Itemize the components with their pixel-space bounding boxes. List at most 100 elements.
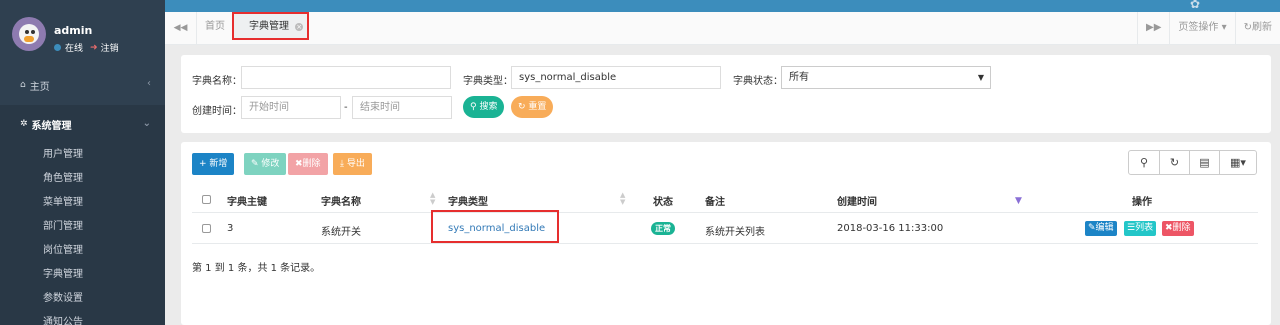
gear-icon: ✲ (20, 119, 28, 129)
tab-label: 字典管理 (249, 21, 289, 32)
export-button[interactable]: ⤓ 导出 (333, 153, 372, 175)
dict-status-value: 所有 (789, 72, 809, 83)
col-header-status[interactable]: 状态 (653, 193, 673, 208)
reset-button[interactable]: ↻ 重置 (511, 96, 554, 118)
sidebar-item-label: 主页 (29, 81, 50, 93)
highlight-box (431, 210, 559, 243)
table-row[interactable]: 3 系统开关 sys_normal_disable 正常 系统开关列表 2018… (192, 214, 1258, 244)
cell-id: 3 (227, 223, 234, 234)
col-header-remark[interactable]: 备注 (705, 193, 725, 208)
row-delete-button[interactable]: ✖删除 (1162, 221, 1194, 236)
edit-label: 修改 (261, 159, 280, 169)
search-toggle-icon[interactable]: ⚲ (1129, 151, 1159, 174)
status-badge: 正常 (651, 222, 675, 235)
refresh-icon: ↻ (518, 102, 526, 112)
dict-status-select[interactable]: 所有 ▼ (781, 66, 991, 89)
user-status: 在线 ➜ 注销 (54, 41, 119, 54)
tab-bar: ◀◀ 首页 字典管理 × ▶▶ 页签操作 ▾ ↻刷新 (165, 12, 1280, 45)
dict-type-input[interactable]: sys_normal_disable (511, 66, 721, 89)
col-header-name[interactable]: 字典名称 (321, 193, 361, 208)
sidebar: admin 在线 ➜ 注销 ⌂ 主页 ‹ ✲ 系统管理 ⌄ 用户管理 角色管理 … (0, 0, 165, 325)
list-icon: ☰ (1127, 223, 1136, 233)
tab-scroll-left-icon[interactable]: ◀◀ (165, 12, 197, 44)
col-header-id[interactable]: 字典主键 (227, 193, 267, 208)
add-label: 新增 (209, 159, 228, 169)
caret-down-icon: ▼ (977, 73, 984, 82)
sort-icon[interactable]: ▲ ▼ (620, 192, 625, 206)
refresh-button[interactable]: ↻刷新 (1234, 12, 1280, 44)
dict-status-label: 字典状态： (733, 76, 783, 87)
user-name: admin (54, 24, 93, 37)
sort-icon[interactable]: ▲ ▼ (430, 192, 435, 206)
table-panel: + 新增 ✎ 修改 ✖删除 ⤓ 导出 ⚲ ↻ ▤ ▦▾ 字典主键 字典名称 ▲ ▼… (181, 142, 1271, 325)
edit-icon: ✎ (251, 159, 259, 169)
top-header-bar: ✿ (0, 0, 1280, 12)
sidebar-item-system[interactable]: ✲ 系统管理 ⌄ (0, 105, 165, 143)
sidebar-item-dict[interactable]: 字典管理 (0, 263, 165, 287)
refresh-icon: ↻ (1243, 22, 1252, 33)
user-panel: admin 在线 ➜ 注销 (0, 0, 165, 63)
search-button-label: 搜索 (479, 102, 498, 112)
cell-remark: 系统开关列表 (705, 227, 765, 238)
col-header-created[interactable]: 创建时间 (837, 193, 877, 208)
search-button[interactable]: ⚲ 搜索 (463, 96, 505, 118)
page-ops-label: 页签操作 (1178, 22, 1219, 33)
export-label: 导出 (346, 159, 365, 169)
logout-link[interactable]: 注销 (101, 41, 119, 54)
col-header-type[interactable]: 字典类型 (448, 193, 488, 208)
refresh-icon[interactable]: ↻ (1159, 151, 1189, 174)
remove-icon: ✖ (1165, 223, 1173, 233)
sidebar-item-config[interactable]: 参数设置 (0, 287, 165, 311)
sidebar-item-depts[interactable]: 部门管理 (0, 215, 165, 239)
avatar-eye (31, 30, 35, 34)
tab-actions: ▶▶ 页签操作 ▾ ↻刷新 (1137, 12, 1280, 44)
online-dot-icon (54, 44, 61, 51)
dict-name-input[interactable] (241, 66, 451, 89)
cell-name: 系统开关 (321, 227, 361, 238)
refresh-label: 刷新 (1252, 22, 1272, 33)
cell-created: 2018-03-16 11:33:00 (837, 223, 944, 234)
chevron-down-icon: ⌄ (142, 118, 151, 129)
close-icon[interactable]: × (295, 23, 304, 31)
pagination-summary: 第 1 到 1 条，共 1 条记录。 (192, 263, 321, 274)
add-button[interactable]: + 新增 (192, 153, 235, 175)
edit-icon: ✎ (1088, 223, 1096, 233)
start-time-input[interactable]: 开始时间 (241, 96, 341, 119)
sidebar-item-home[interactable]: ⌂ 主页 ‹ (0, 65, 165, 105)
home-icon: ⌂ (20, 80, 26, 90)
row-edit-button[interactable]: ✎编辑 (1085, 221, 1117, 236)
sidebar-item-notice[interactable]: 通知公告 (0, 311, 165, 325)
edit-button[interactable]: ✎ 修改 (244, 153, 287, 175)
select-all-checkbox[interactable] (202, 195, 211, 204)
end-time-input[interactable]: 结束时间 (352, 96, 452, 119)
sidebar-item-users[interactable]: 用户管理 (0, 143, 165, 167)
row-list-button[interactable]: ☰列表 (1124, 221, 1157, 236)
tab-dict-management[interactable]: 字典管理 × (232, 12, 309, 40)
avatar-beak (24, 36, 34, 42)
settings-gear-icon[interactable]: ✿ (1190, 0, 1204, 10)
page-ops-dropdown[interactable]: 页签操作 ▾ (1169, 12, 1234, 44)
search-form: 字典名称： 字典类型： sys_normal_disable 字典状态： 所有 … (181, 55, 1271, 133)
sort-desc-icon[interactable]: ▼ (1015, 196, 1022, 206)
plus-icon: + (199, 159, 207, 169)
col-header-ops: 操作 (1132, 197, 1152, 208)
row-edit-label: 编辑 (1095, 223, 1114, 233)
logout-icon[interactable]: ➜ (90, 43, 98, 53)
online-status: 在线 (65, 44, 84, 54)
table-tools: ⚲ ↻ ▤ ▦▾ (1128, 150, 1257, 175)
delete-label: 删除 (302, 159, 321, 169)
toggle-view-icon[interactable]: ▤ (1189, 151, 1219, 174)
delete-button[interactable]: ✖删除 (288, 153, 328, 175)
avatar-eye (25, 30, 29, 34)
avatar[interactable] (12, 17, 46, 51)
search-icon: ⚲ (470, 102, 477, 112)
system-submenu: 用户管理 角色管理 菜单管理 部门管理 岗位管理 字典管理 参数设置 通知公告 (0, 143, 165, 325)
tab-home[interactable]: 首页 (205, 12, 225, 44)
columns-icon[interactable]: ▦▾ (1219, 151, 1256, 174)
dict-type-label: 字典类型： (463, 76, 513, 87)
sidebar-item-roles[interactable]: 角色管理 (0, 167, 165, 191)
sidebar-item-menus[interactable]: 菜单管理 (0, 191, 165, 215)
sidebar-item-posts[interactable]: 岗位管理 (0, 239, 165, 263)
tab-scroll-right-icon[interactable]: ▶▶ (1137, 12, 1169, 44)
row-checkbox[interactable] (202, 224, 211, 233)
